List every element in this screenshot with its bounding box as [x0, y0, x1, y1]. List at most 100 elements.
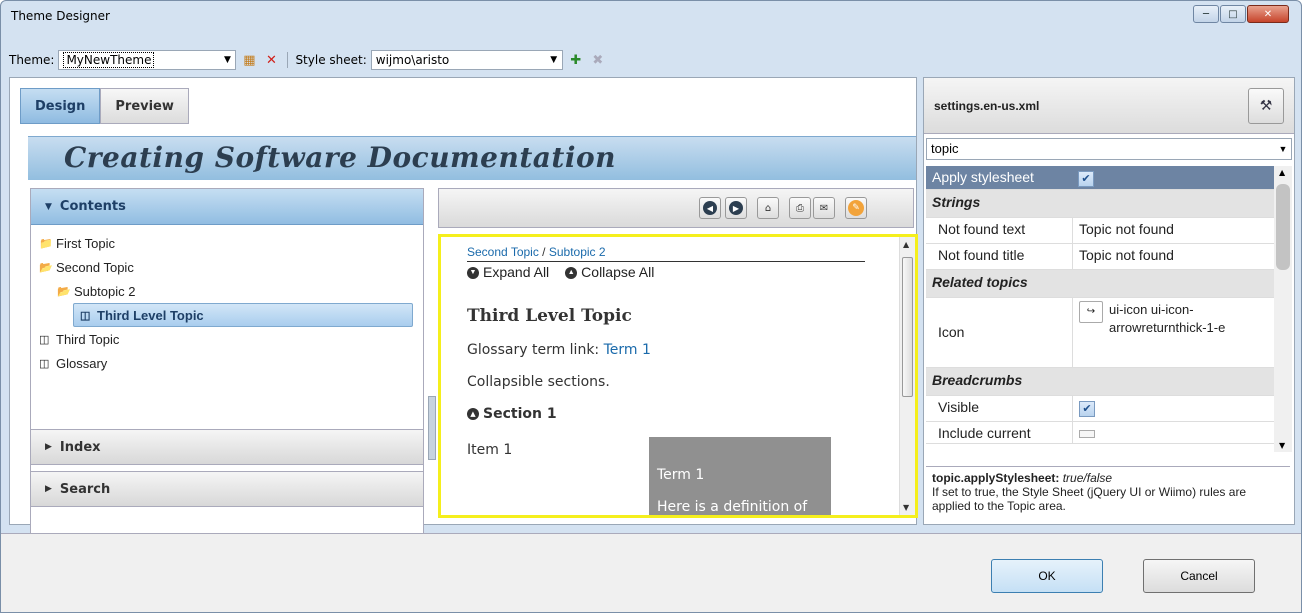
section-toggle[interactable]: ▲ Section 1 — [467, 406, 867, 422]
collapse-all-button[interactable]: ▲ Collapse All — [565, 264, 654, 280]
chevron-down-icon: ▼ — [223, 55, 231, 65]
scroll-thumb[interactable] — [1276, 184, 1290, 270]
property-name: Not found text — [938, 221, 1026, 237]
property-grid: Apply stylesheet ✔ Strings Not found tex… — [926, 166, 1274, 452]
property-grid-scrollbar[interactable]: ▲ ▼ — [1274, 166, 1292, 452]
add-stylesheet-icon[interactable]: ✚ — [567, 51, 585, 69]
include-current-checkbox[interactable] — [1079, 430, 1095, 438]
email-button[interactable]: ✉ — [813, 197, 835, 219]
scroll-thumb[interactable] — [902, 257, 913, 397]
stylesheet-select[interactable]: wijmo\aristo ▼ — [370, 50, 563, 70]
glossary-term-link[interactable]: Term 1 — [604, 342, 651, 358]
property-row-icon[interactable]: Icon ↪ ui-icon ui-icon-arrowreturnthick-1… — [926, 298, 1274, 368]
tab-design[interactable]: Design — [20, 88, 101, 124]
property-name: Visible — [938, 399, 979, 415]
maximize-button[interactable]: □ — [1220, 5, 1246, 23]
property-name: Icon — [938, 324, 965, 340]
property-row-apply-stylesheet[interactable]: Apply stylesheet ✔ — [926, 166, 1274, 190]
expand-all-button[interactable]: ▼ Expand All — [467, 264, 549, 280]
property-value: ✔ — [1072, 396, 1236, 421]
topic-area: Second Topic / Subtopic 2 ▼ Expand All ▲ C… — [438, 234, 918, 518]
scroll-up-icon[interactable]: ▲ — [1279, 168, 1285, 177]
property-value[interactable]: Topic not found — [1072, 244, 1236, 269]
tree-item-second-topic[interactable]: 📂 Second Topic — [39, 255, 423, 279]
scroll-down-icon[interactable]: ▼ — [1279, 441, 1285, 450]
folder-icon: 📁 — [39, 237, 53, 250]
visible-checkbox[interactable]: ✔ — [1079, 401, 1095, 417]
folder-open-icon: 📂 — [39, 261, 53, 274]
settings-object-select[interactable]: topic ▼ — [926, 138, 1292, 160]
topic-scrollbar[interactable]: ▲ ▼ — [899, 237, 915, 515]
chevron-down-icon: ▼ — [467, 267, 479, 280]
property-value[interactable]: ↪ ui-icon ui-icon-arrowreturnthick-1-e — [1072, 298, 1236, 367]
category-strings[interactable]: Strings — [926, 190, 1274, 218]
scroll-down-icon[interactable]: ▼ — [903, 503, 909, 512]
page-icon: ◫ — [39, 357, 50, 370]
designer-panel: Design Preview Creating Software Documen… — [9, 77, 918, 598]
new-theme-icon[interactable]: ▦ — [240, 51, 258, 69]
theme-select-value: MyNewTheme — [63, 52, 155, 68]
next-topic-button[interactable]: ▶ — [725, 197, 747, 219]
breadcrumb-separator: / — [538, 245, 549, 259]
header-banner: Creating Software Documentation — [28, 136, 916, 180]
icon-value: ui-icon ui-icon-arrowreturnthick-1-e — [1109, 302, 1226, 335]
glossary-tooltip: Term 1 Here is a definition of the "Term… — [649, 437, 831, 515]
theme-select[interactable]: MyNewTheme ▼ — [58, 50, 237, 70]
main-toolbar: Theme: MyNewTheme ▼ ▦ ✕ Style sheet: wij… — [9, 49, 607, 71]
arrow-return-icon[interactable]: ↪ — [1079, 301, 1103, 323]
tab-preview[interactable]: Preview — [100, 88, 189, 124]
property-name: Not found title — [938, 247, 1025, 263]
page-icon: ◫ — [80, 309, 91, 322]
highlight-icon: ✎ — [848, 200, 864, 216]
wrench-button[interactable]: ⚒ — [1248, 88, 1284, 124]
home-button[interactable]: ⌂ — [757, 197, 779, 219]
tree-item-third-topic[interactable]: ◫ Third Topic — [39, 327, 423, 351]
tree-item-first-topic[interactable]: 📁 First Topic — [39, 231, 423, 255]
delete-icon[interactable]: ✕ — [262, 51, 280, 69]
topic-toolbar: ◀ ▶ ⌂ ⎙ ✉ ✎ — [438, 188, 914, 228]
property-row-include-current[interactable]: Include current — [926, 422, 1274, 444]
ok-button[interactable]: OK — [991, 559, 1103, 593]
close-button[interactable]: ✕ — [1247, 5, 1289, 23]
cancel-button[interactable]: Cancel — [1143, 559, 1255, 593]
apply-stylesheet-checkbox[interactable]: ✔ — [1078, 171, 1094, 187]
tree-item-label: Glossary — [56, 355, 108, 371]
topic-content: Second Topic / Subtopic 2 ▼ Expand All ▲ C… — [467, 245, 867, 458]
property-row-not-found-title[interactable]: Not found title Topic not found — [926, 244, 1274, 270]
tree-item-label: Third Level Topic — [97, 307, 204, 323]
index-header[interactable]: ▶ Index — [31, 429, 423, 465]
property-value[interactable]: Topic not found — [1072, 218, 1236, 243]
property-value: ✔ — [1072, 166, 1236, 189]
property-row-visible[interactable]: Visible ✔ — [926, 396, 1274, 422]
glossary-paragraph: Glossary term link: Term 1 — [467, 342, 867, 358]
property-description: topic.applyStylesheet: true/false If set… — [926, 466, 1290, 524]
arrow-left-icon: ◀ — [703, 201, 717, 215]
tree-item-third-level-topic[interactable]: ◫ Third Level Topic — [73, 303, 413, 327]
index-label: Index — [59, 439, 101, 455]
tree-item-label: First Topic — [56, 235, 115, 251]
previous-topic-button[interactable]: ◀ — [699, 197, 721, 219]
property-name: Apply stylesheet — [932, 169, 1034, 185]
highlight-button[interactable]: ✎ — [845, 197, 867, 219]
scroll-up-icon[interactable]: ▲ — [903, 240, 909, 249]
category-related-topics[interactable]: Related topics — [926, 270, 1274, 298]
contents-header[interactable]: ▼ Contents — [31, 189, 423, 225]
tree-item-subtopic-2[interactable]: 📂 Subtopic 2 — [39, 279, 423, 303]
mail-icon: ✉ — [819, 202, 829, 214]
search-header[interactable]: ▶ Search — [31, 471, 423, 507]
expand-all-label: Expand All — [483, 264, 550, 280]
property-name: Include current — [938, 425, 1031, 441]
tooltip-title: Term 1 — [657, 467, 705, 483]
breadcrumb-link-second-topic[interactable]: Second Topic — [467, 245, 539, 259]
tooltip-body: Here is a definition of the "Term 1". — [657, 499, 808, 515]
property-row-not-found-text[interactable]: Not found text Topic not found — [926, 218, 1274, 244]
print-button[interactable]: ⎙ — [789, 197, 811, 219]
pane-splitter[interactable] — [428, 396, 436, 460]
category-breadcrumbs[interactable]: Breadcrumbs — [926, 368, 1274, 396]
breadcrumb-link-subtopic-2[interactable]: Subtopic 2 — [549, 245, 606, 259]
remove-stylesheet-icon[interactable]: ✖ — [589, 51, 607, 69]
minimize-button[interactable]: ─ — [1193, 5, 1219, 23]
contents-tree: 📁 First Topic 📂 Second Topic 📂 Subtopic … — [31, 225, 423, 429]
tree-item-label: Subtopic 2 — [74, 283, 136, 299]
tree-item-glossary[interactable]: ◫ Glossary — [39, 351, 423, 375]
